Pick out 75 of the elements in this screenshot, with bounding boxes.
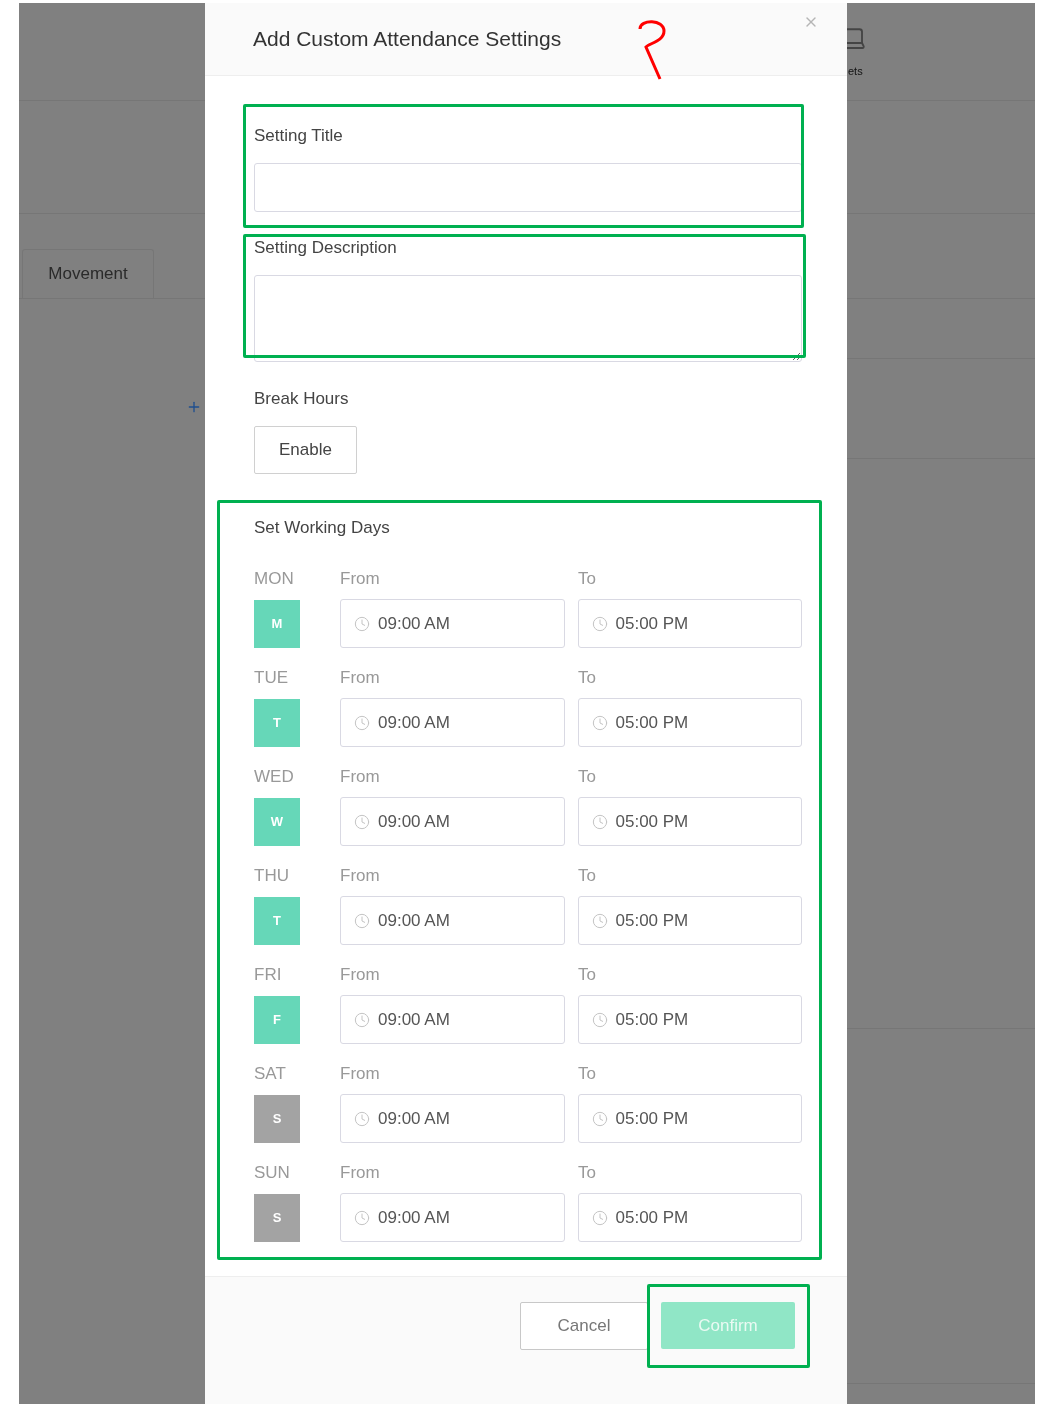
tab[interactable]: Movement — [22, 249, 154, 298]
field-label: Setting Title — [254, 126, 344, 146]
time-field[interactable]: 05:00 PM — [577, 1094, 802, 1143]
day-label: TUE — [254, 667, 289, 690]
to-label: To — [578, 568, 596, 591]
section-label: Break Hours — [254, 389, 350, 409]
time-field[interactable]: 09:00 AM — [340, 698, 565, 747]
day-label: FRI — [254, 964, 283, 987]
time-value: 05:00 PM — [615, 1008, 689, 1031]
time-value: 05:00 PM — [615, 711, 689, 734]
clock-icon — [591, 615, 608, 632]
clock-icon — [591, 813, 608, 830]
clock-icon — [354, 1011, 370, 1028]
clock-icon — [354, 714, 370, 731]
toolbar-label: ets — [848, 64, 863, 79]
time-value: 05:00 PM — [615, 1206, 689, 1229]
day-label: SUN — [254, 1162, 291, 1185]
to-label: To — [578, 766, 596, 789]
time-field[interactable]: 05:00 PM — [577, 797, 802, 846]
day-label: THU — [254, 865, 290, 888]
day-label: WED — [254, 766, 295, 789]
clock-icon — [354, 1209, 370, 1226]
time-value: 09:00 AM — [378, 1107, 450, 1130]
field-label: Setting Description — [254, 238, 398, 258]
to-label: To — [578, 964, 596, 987]
time-field[interactable]: 09:00 AM — [340, 797, 565, 846]
time-field[interactable]: 09:00 AM — [340, 995, 565, 1044]
time-value: 05:00 PM — [615, 612, 689, 635]
time-value: 09:00 AM — [378, 612, 450, 635]
time-value: 05:00 PM — [615, 909, 689, 932]
from-label: From — [340, 667, 381, 690]
from-label: From — [340, 1162, 381, 1185]
clock-icon — [591, 1209, 608, 1226]
clock-icon — [591, 1110, 608, 1127]
time-value: 09:00 AM — [378, 711, 450, 734]
time-field[interactable]: 09:00 AM — [340, 896, 565, 945]
dialog-title: Add Custom Attendance Settings — [253, 26, 562, 53]
clock-icon — [354, 1110, 370, 1127]
time-value: 05:00 PM — [615, 810, 689, 833]
from-label: From — [340, 964, 381, 987]
from-label: From — [340, 568, 381, 591]
title-field[interactable] — [254, 163, 802, 212]
from-label: From — [340, 1063, 381, 1086]
cancel-button[interactable]: Cancel — [520, 1302, 648, 1350]
clock-icon — [591, 1011, 608, 1028]
time-value: 09:00 AM — [378, 909, 450, 932]
time-field[interactable]: 05:00 PM — [577, 896, 802, 945]
time-value: 09:00 AM — [378, 1008, 450, 1031]
to-label: To — [578, 1063, 596, 1086]
to-label: To — [578, 1162, 596, 1185]
from-label: From — [340, 865, 381, 888]
time-field[interactable]: 09:00 AM — [340, 1094, 565, 1143]
time-value: 09:00 AM — [378, 1206, 450, 1229]
section-title: Set Working Days — [254, 518, 391, 538]
from-label: From — [340, 766, 381, 789]
time-field[interactable]: 05:00 PM — [577, 698, 802, 747]
time-field[interactable]: 05:00 PM — [577, 995, 802, 1044]
clock-icon — [591, 714, 608, 731]
to-label: To — [578, 865, 596, 888]
day-label: SAT — [254, 1063, 287, 1086]
time-field[interactable]: 05:00 PM — [577, 1193, 802, 1242]
time-field[interactable]: 05:00 PM — [577, 599, 802, 648]
description-field[interactable] — [254, 275, 802, 362]
to-label: To — [578, 667, 596, 690]
time-value: 09:00 AM — [378, 810, 450, 833]
time-field[interactable]: 09:00 AM — [340, 599, 565, 648]
enable-button[interactable]: Enable — [254, 426, 357, 474]
clock-icon — [354, 615, 370, 632]
clock-icon — [591, 912, 608, 929]
add-icon[interactable] — [186, 399, 202, 415]
clock-icon — [354, 813, 370, 830]
time-value: 05:00 PM — [615, 1107, 689, 1130]
clock-icon — [354, 912, 370, 929]
time-field[interactable]: 09:00 AM — [340, 1193, 565, 1242]
day-label: MON — [254, 568, 295, 591]
